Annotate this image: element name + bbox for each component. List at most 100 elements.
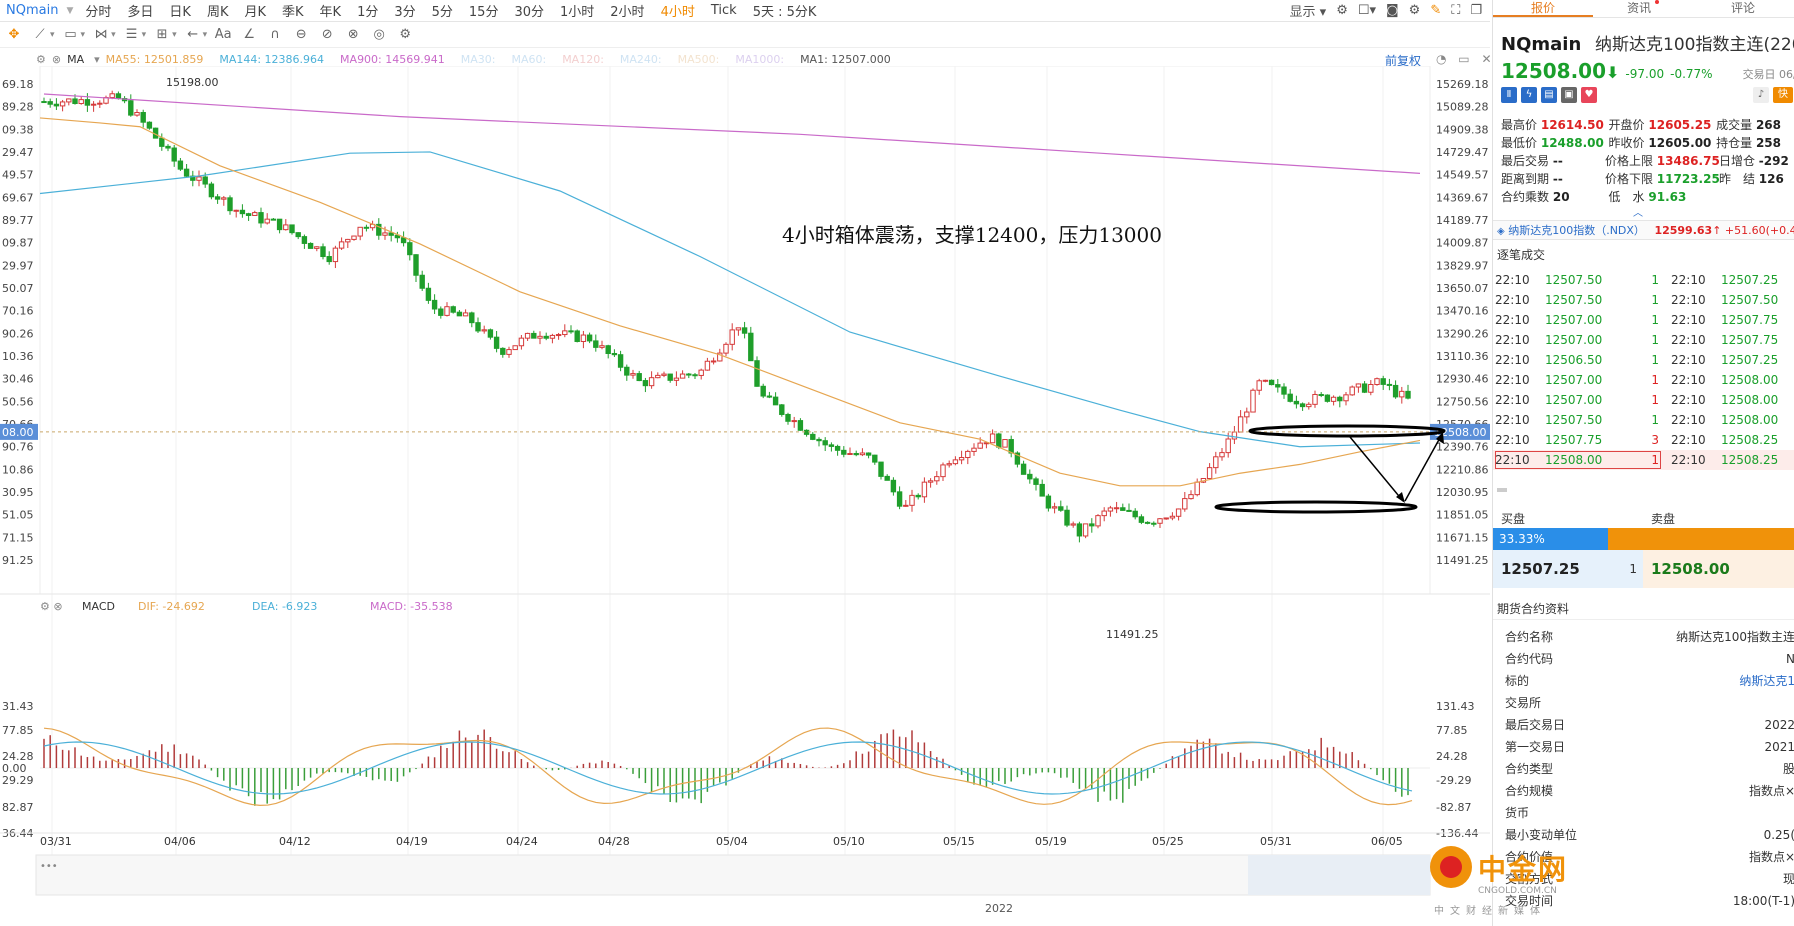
support-ellipse [1214,500,1418,514]
price-axis-label-left: 30.46 [2,373,34,386]
date-label: 03/31 [40,835,72,848]
fib-tool-icon[interactable]: ☰ [122,27,142,42]
ma240-value: MA240: [619,52,662,66]
magnet-icon[interactable]: ∩ [265,27,285,42]
fork-tool-icon[interactable]: ⋈ [91,27,111,42]
indicator-name[interactable]: MA [67,53,84,66]
candle-body [444,306,450,316]
tab-news[interactable]: 资讯 [1593,0,1693,17]
candle-body [512,345,518,351]
candle-body [177,160,184,170]
candle-body [1045,495,1052,509]
index-quote-line[interactable]: ◈ 纳斯达克100指数（.NDX） 12599.63↑ +51.60(+0.4 [1493,220,1794,240]
badge-row: Ⅱ ϟ ▤ ▣ ♥ ♪ 快 [1493,83,1794,105]
trade-row: 22:10 12507.75 3 22:10 12508.25 [1495,433,1779,447]
contract-info-row[interactable]: 标的 纳斯达克1 [1493,670,1794,692]
text-tool-icon[interactable]: Aa [213,27,233,42]
period-14[interactable]: 4小时 [653,1,703,20]
camera-icon[interactable]: ◙ [1386,3,1399,18]
delete-icon[interactable]: ⊗ [343,27,363,42]
period-8[interactable]: 3分 [386,1,423,20]
candle-body [921,481,928,498]
analysis-annotation: 4小时箱体震荡，支撑12400，压力13000 [782,223,1162,247]
favorite-icon[interactable]: ♥ [1581,87,1597,103]
fullscreen-icon[interactable]: ⛶ [1451,3,1460,18]
settings-icon[interactable]: ⚙ [395,27,415,42]
period-1[interactable]: 多日 [119,1,161,20]
candle-body [134,112,140,116]
candle-body [698,369,704,376]
period-13[interactable]: 2小时 [602,1,652,20]
period-3[interactable]: 周K [199,1,237,20]
brush-icon[interactable]: ∠ [239,27,259,42]
window-icon[interactable]: ❐ [1470,3,1482,18]
candle-body [425,287,432,301]
tab-quote[interactable]: 报价 [1493,0,1593,17]
crosshair-icon[interactable]: ✥ [4,27,24,42]
period-16[interactable]: 5天 : 5分K [745,1,825,20]
price-axis-label-left: 69.18 [2,78,34,91]
contract-info-row: 最小变动单位 0.25( [1505,828,1794,842]
expand-icon[interactable]: ︿ [1633,204,1643,219]
period-11[interactable]: 30分 [506,1,552,20]
period-6[interactable]: 年K [312,1,350,20]
candle-body [1324,394,1331,402]
news-icon[interactable]: ▣ [1561,87,1577,103]
candle-body [159,137,165,147]
period-9[interactable]: 5分 [424,1,461,20]
checkbox-icon[interactable]: ☐▾ [1358,3,1376,18]
trade-row: 22:10 12508.00 1 22:10 12508.25 [1493,450,1794,470]
measure-tool-icon[interactable]: ⊞ [152,27,172,42]
candle-body [146,121,153,129]
flash-icon[interactable]: ϟ [1521,87,1537,103]
period-4[interactable]: 月K [236,1,274,20]
arrow-tool-icon[interactable]: ← [183,27,203,42]
ma55-line [39,117,1421,487]
candle-body [1213,456,1219,469]
candle-body [1231,431,1238,440]
ask-cell[interactable]: 12508.00 [1643,550,1794,588]
level-icon[interactable]: Ⅱ [1501,87,1517,103]
period-0[interactable]: 分时 [77,1,119,20]
candle-body [1256,380,1262,391]
chart-tools: 显示 ▾ ⚙ ☐▾ ◙ ⚙ ✎ ⛶ ❐ [1290,1,1490,20]
trade-row: 22:10 12507.50 1 22:10 12508.00 [1495,413,1779,427]
instrument-title: NQmain 纳斯达克100指数主连(2206) [1493,18,1794,55]
price-axis-label: 12030.95 [1436,486,1489,499]
period-15[interactable]: Tick [703,3,745,18]
bell-icon[interactable]: ♪ [1753,87,1769,103]
eye-icon[interactable]: ◎ [369,27,389,42]
bid-cell[interactable]: 12507.25 1 [1493,550,1643,588]
candle-body [481,329,487,332]
display-menu[interactable]: 显示 ▾ [1290,1,1327,20]
hide-icon[interactable]: ⊘ [317,27,337,42]
period-2[interactable]: 日K [161,1,199,20]
tab-comments[interactable]: 评论 [1693,0,1793,17]
chart-icon[interactable]: ▤ [1541,87,1557,103]
candle-body [1095,515,1101,527]
gear-icon[interactable]: ⚙ [1336,3,1348,18]
candle-body [1089,523,1095,527]
close-icon[interactable]: ⊗ [52,53,61,66]
candle-body [710,360,717,363]
pen-icon[interactable]: ✎ [1430,3,1441,18]
fast-trade-button[interactable]: 快 [1773,87,1793,103]
line-tool-icon[interactable]: ⟋ [30,27,50,42]
chevron-down-icon[interactable]: ▼ [66,6,73,16]
macd-axis-label-left: 31.43 [2,700,34,713]
period-12[interactable]: 1小时 [552,1,602,20]
chevron-down-icon[interactable]: ▾ [94,53,100,66]
lock-icon[interactable]: ⊖ [291,27,311,42]
quote-cell: 成交量 268 [1716,118,1781,132]
symbol-selector[interactable]: NQmain [0,3,66,18]
candle-body [1194,481,1200,496]
scroll-handle[interactable] [1497,488,1507,492]
kline-chart[interactable]: 15269.18 69.18 15089.28 89.28 14909.38 09.38 1… [0,66,1490,926]
gear-icon[interactable]: ⚙ [36,53,46,66]
period-5[interactable]: 季K [274,1,312,20]
rect-tool-icon[interactable]: ▭ [61,27,81,42]
settings-icon[interactable]: ⚙ [1409,3,1421,18]
chart-mode-icons[interactable]: ◔ ▭ ✕ [1436,52,1496,66]
period-10[interactable]: 15分 [461,1,507,20]
period-7[interactable]: 1分 [349,1,386,20]
